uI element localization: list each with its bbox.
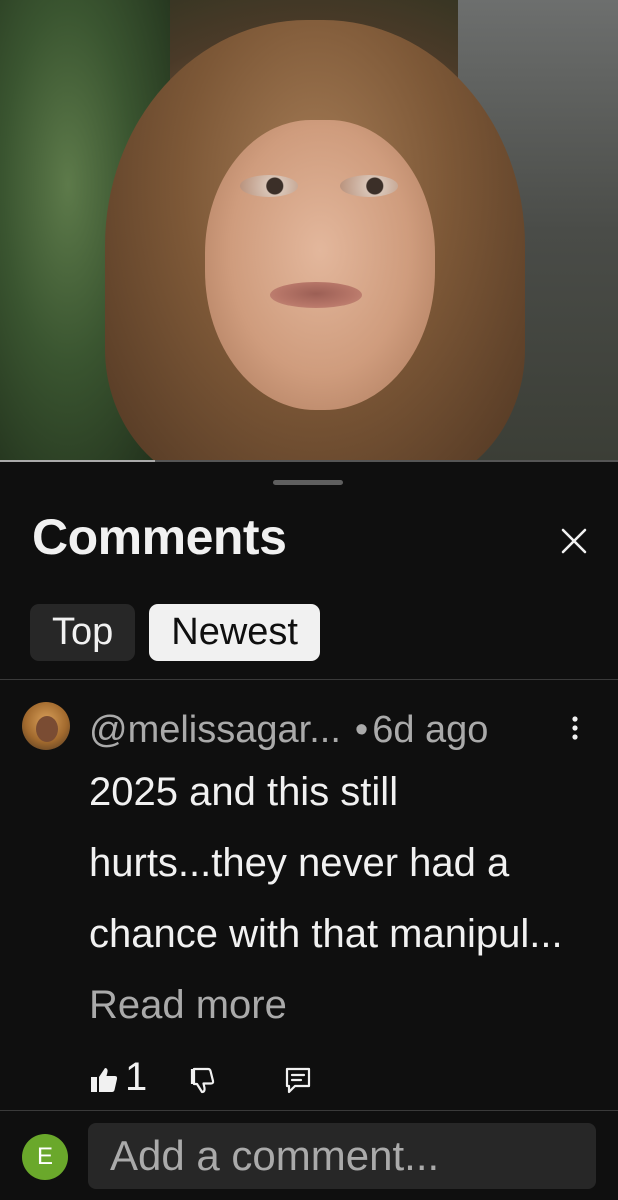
comments-title: Comments bbox=[32, 509, 287, 565]
comment-body: 2025 and this still hurts...they never h… bbox=[89, 770, 563, 956]
video-player[interactable] bbox=[0, 0, 618, 462]
comment-meta: @melissagar... • 6d ago bbox=[89, 709, 488, 752]
comment-author[interactable]: @melissagar... bbox=[89, 709, 341, 751]
close-icon[interactable] bbox=[554, 521, 594, 561]
separator-dot: • bbox=[354, 709, 369, 751]
add-comment-input[interactable]: Add a comment... bbox=[88, 1123, 596, 1189]
comment-composer: E Add a comment... bbox=[0, 1110, 618, 1200]
avatar[interactable] bbox=[22, 702, 70, 750]
comments-sheet: Comments Top Newest @melissagar... • 6d ag… bbox=[0, 463, 618, 1200]
video-frame-eye-left bbox=[240, 175, 298, 197]
header-divider bbox=[0, 679, 618, 680]
read-more-link[interactable]: Read more bbox=[89, 983, 287, 1027]
more-options-icon[interactable] bbox=[565, 713, 585, 749]
video-progress-bar[interactable] bbox=[0, 460, 618, 462]
comment-text: 2025 and this still hurts...they never h… bbox=[89, 757, 569, 1041]
sort-chip-newest[interactable]: Newest bbox=[149, 604, 320, 661]
like-count: 1 bbox=[125, 1055, 148, 1099]
sort-chips: Top Newest bbox=[30, 604, 320, 661]
thumbs-up-icon[interactable] bbox=[89, 1065, 119, 1095]
user-avatar[interactable]: E bbox=[22, 1134, 68, 1180]
drag-handle[interactable] bbox=[273, 480, 343, 485]
video-progress-fill bbox=[0, 460, 155, 462]
video-frame-eye-right bbox=[340, 175, 398, 197]
video-frame-subject-face bbox=[205, 120, 435, 410]
thumbs-down-icon[interactable] bbox=[188, 1065, 218, 1095]
sort-chip-top[interactable]: Top bbox=[30, 604, 136, 661]
comment-time: 6d ago bbox=[372, 709, 489, 751]
comment-actions: 1 bbox=[89, 1055, 349, 1107]
video-frame-lips bbox=[270, 282, 362, 308]
reply-icon[interactable] bbox=[283, 1065, 313, 1095]
